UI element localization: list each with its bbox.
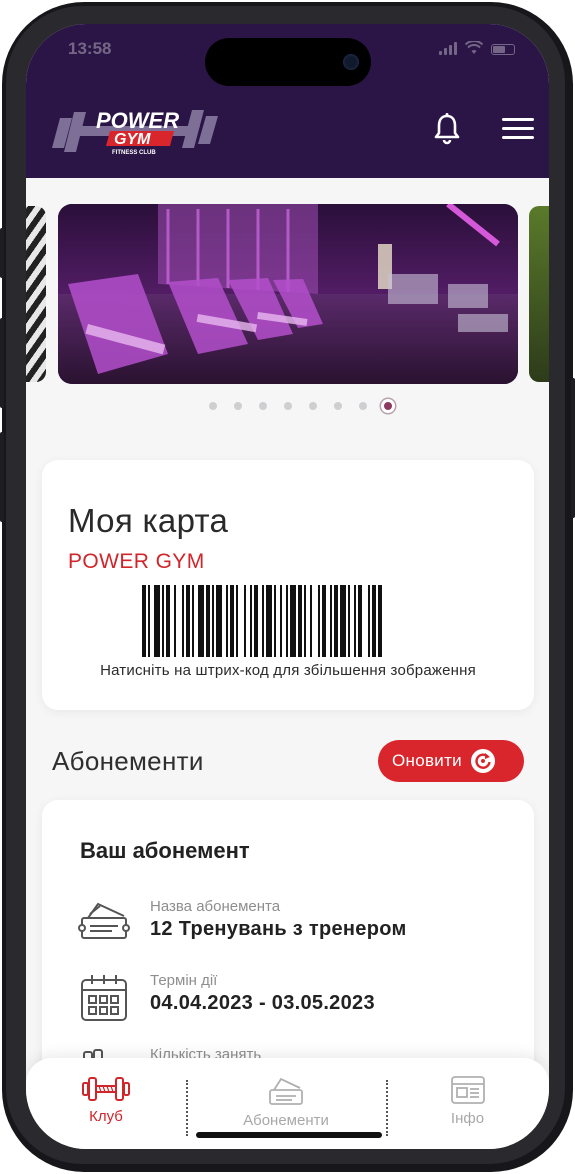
cellular-signal-icon <box>439 42 457 55</box>
power-gym-logo[interactable]: POWER GYM FITNESS CLUB <box>50 96 220 160</box>
mute-switch <box>0 228 4 278</box>
carousel-slide-gym-photo[interactable] <box>58 204 518 384</box>
carousel-dot[interactable] <box>284 402 292 410</box>
barcode[interactable] <box>142 585 460 657</box>
ticket-tab-icon <box>269 1077 303 1105</box>
subscriptions-heading: Абонементи <box>52 746 204 776</box>
logo-text-fitness-club: FITNESS CLUB <box>112 150 156 156</box>
subscription-term-value: 04.04.2023 - 03.05.2023 <box>150 992 375 1014</box>
camera-icon <box>343 54 359 70</box>
carousel-dot[interactable] <box>234 402 242 410</box>
subscription-name-row: Назва абонемента 12 Тренувань з тренером <box>76 896 516 956</box>
carousel-dot[interactable] <box>209 402 217 410</box>
carousel-dot[interactable] <box>309 402 317 410</box>
gym-interior-image <box>58 204 518 384</box>
carousel-dot[interactable] <box>334 402 342 410</box>
status-icons <box>439 41 515 55</box>
tab-club-label: Клуб <box>89 1108 123 1125</box>
notification-bell-icon[interactable] <box>430 112 464 146</box>
news-tab-icon <box>450 1076 485 1104</box>
tab-info-label: Інфо <box>450 1110 485 1127</box>
carousel-slide-next[interactable] <box>529 206 549 382</box>
refresh-button[interactable]: Оновити <box>378 740 524 782</box>
carousel-pagination <box>26 402 549 410</box>
tab-subscriptions-label: Абонементи <box>243 1112 329 1129</box>
carousel-dot[interactable] <box>259 402 267 410</box>
calendar-icon <box>81 975 127 1021</box>
card-title: Моя карта <box>68 502 229 539</box>
app-header: 13:58 POWER GYM FITNESS CLUB <box>26 24 549 178</box>
battery-icon <box>491 44 515 55</box>
volume-up-button <box>0 318 4 408</box>
membership-card: Моя карта POWER GYM Натисніть на штрих-к… <box>42 460 534 710</box>
refresh-icon <box>470 749 495 773</box>
wifi-icon <box>465 41 483 54</box>
subscription-name-label: Назва абонемента <box>150 898 281 915</box>
promo-carousel[interactable] <box>26 204 549 384</box>
barcode-hint: Натисніть на штрих-код для збільшення зо… <box>100 662 476 679</box>
volume-down-button <box>0 432 4 522</box>
dumbbell-tab-icon <box>82 1077 130 1101</box>
logo-text-gym: GYM <box>114 131 151 148</box>
subscription-term-label: Термін дії <box>150 972 218 989</box>
card-club-name: POWER GYM <box>68 550 205 573</box>
hamburger-menu-icon[interactable] <box>502 118 534 142</box>
subscription-card-title: Ваш абонемент <box>80 838 250 863</box>
subscription-term-row: Термін дії 04.04.2023 - 03.05.2023 <box>76 970 516 1030</box>
tab-info[interactable]: Інфо <box>386 1058 549 1149</box>
refresh-button-label: Оновити <box>392 751 462 770</box>
carousel-dot-active[interactable] <box>384 402 392 410</box>
dynamic-island <box>205 38 371 86</box>
app-screen: 13:58 POWER GYM FITNESS CLUB Моя карта P… <box>26 24 549 1149</box>
logo-text-power: POWER <box>96 108 179 133</box>
tab-club[interactable]: Клуб <box>26 1058 186 1149</box>
power-button <box>571 378 575 518</box>
carousel-slide-prev[interactable] <box>26 206 46 382</box>
carousel-dot[interactable] <box>359 402 367 410</box>
ticket-icon <box>78 902 130 939</box>
home-indicator <box>196 1132 382 1138</box>
subscription-name-value: 12 Тренувань з тренером <box>150 918 407 940</box>
status-time: 13:58 <box>68 39 112 58</box>
